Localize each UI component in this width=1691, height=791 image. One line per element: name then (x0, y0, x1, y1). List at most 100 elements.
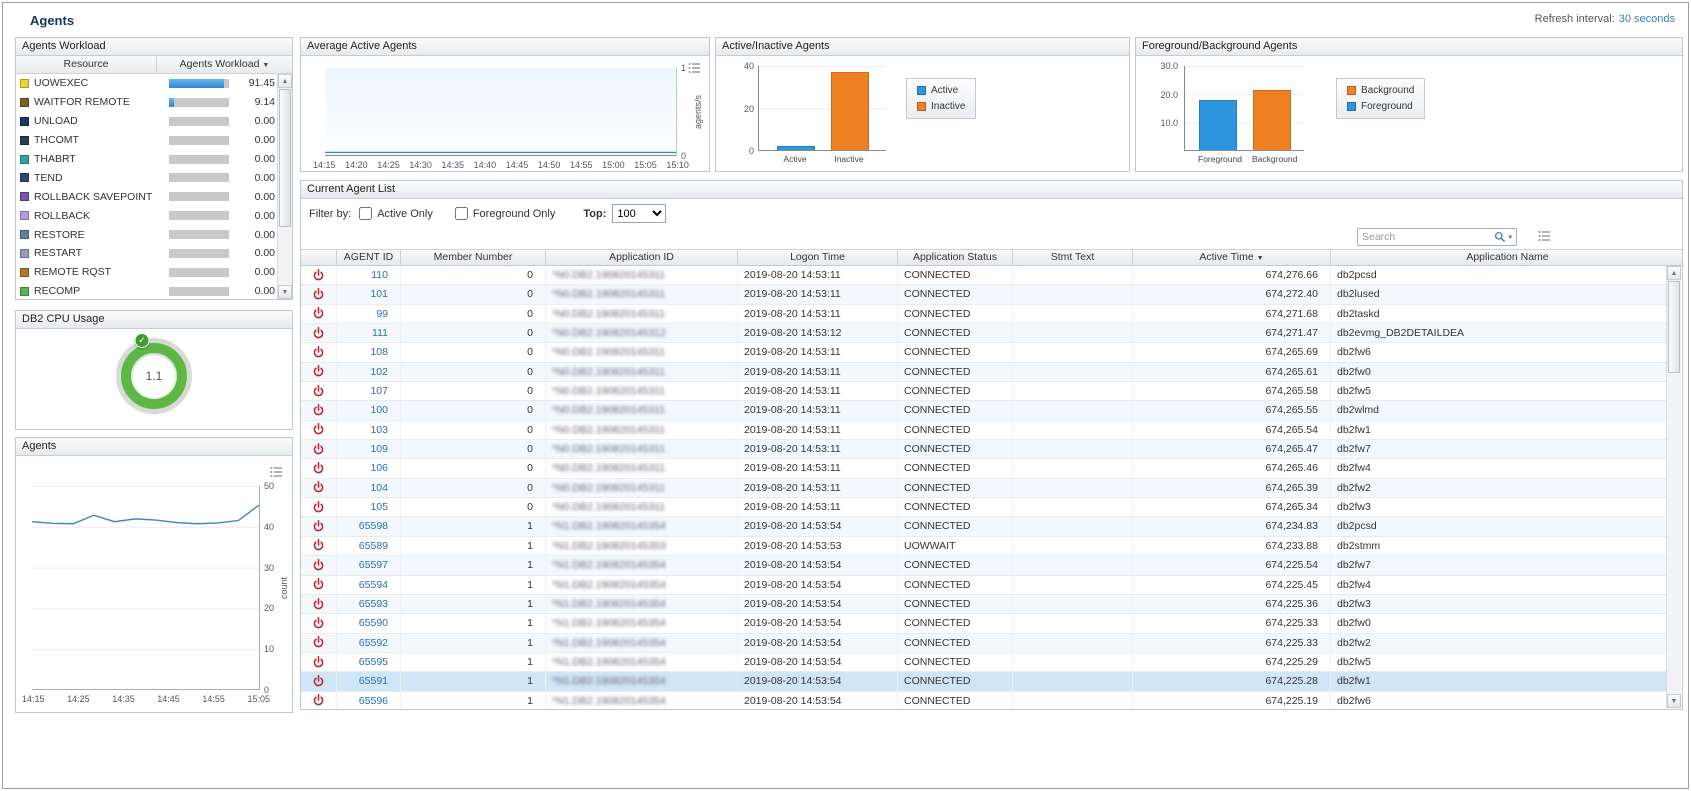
agent-id-link[interactable]: 107 (370, 385, 388, 397)
agent-id-link[interactable]: 65594 (359, 579, 388, 591)
agent-id-link[interactable]: 105 (370, 501, 388, 513)
bar[interactable] (1199, 100, 1237, 150)
force-agent-button[interactable] (301, 324, 337, 342)
column-header-logon-time[interactable]: Logon Time (738, 250, 898, 265)
sort-desc-icon[interactable]: ▼ (262, 62, 269, 69)
table-row[interactable]: 101 0 *N0.DB2.190820145311 2019-08-20 14… (301, 285, 1668, 304)
scroll-down-icon[interactable]: ▼ (278, 285, 292, 299)
active-only-checkbox[interactable] (359, 207, 372, 220)
column-header-workload[interactable]: Agents Workload▼ (157, 56, 292, 73)
agent-id-link[interactable]: 99 (376, 308, 388, 320)
force-agent-button[interactable] (301, 421, 337, 439)
agent-id-link[interactable]: 65593 (359, 598, 388, 610)
bar[interactable] (777, 146, 815, 150)
top-select[interactable]: 100 (612, 204, 666, 223)
workload-row[interactable]: ROLLBACK 0.00 (16, 206, 277, 225)
table-row[interactable]: 65590 1 *N1.DB2.190820145354 2019-08-20 … (301, 614, 1668, 633)
refresh-value-link[interactable]: 30 seconds (1619, 13, 1675, 25)
agent-id-link[interactable]: 65591 (359, 675, 388, 687)
force-agent-button[interactable] (301, 537, 337, 555)
force-agent-button[interactable] (301, 576, 337, 594)
table-row[interactable]: 111 0 *N0.DB2.190820145312 2019-08-20 14… (301, 324, 1668, 343)
agent-id-link[interactable]: 65589 (359, 540, 388, 552)
workload-row[interactable]: THABRT 0.00 (16, 150, 277, 169)
scroll-up-icon[interactable]: ▲ (278, 74, 292, 88)
table-row[interactable]: 102 0 *N0.DB2.190820145311 2019-08-20 14… (301, 363, 1668, 382)
table-row[interactable]: 105 0 *N0.DB2.190820145311 2019-08-20 14… (301, 498, 1668, 517)
agent-id-link[interactable]: 103 (370, 424, 388, 436)
legend-item[interactable]: Active (917, 85, 965, 96)
workload-row[interactable]: TEND 0.00 (16, 168, 277, 187)
force-agent-button[interactable] (301, 382, 337, 400)
table-row[interactable]: 107 0 *N0.DB2.190820145311 2019-08-20 14… (301, 382, 1668, 401)
column-header-stmt-text[interactable]: Stmt Text (1013, 250, 1133, 265)
bar[interactable] (1253, 90, 1291, 150)
force-agent-button[interactable] (301, 517, 337, 535)
force-agent-button[interactable] (301, 401, 337, 419)
force-agent-button[interactable] (301, 363, 337, 381)
force-agent-button[interactable] (301, 343, 337, 361)
agent-id-link[interactable]: 100 (370, 404, 388, 416)
force-agent-button[interactable] (301, 692, 337, 709)
force-agent-button[interactable] (301, 556, 337, 574)
force-agent-button[interactable] (301, 305, 337, 323)
agent-id-link[interactable]: 65598 (359, 520, 388, 532)
force-agent-button[interactable] (301, 285, 337, 303)
agent-id-link[interactable]: 65592 (359, 637, 388, 649)
column-header-application-id[interactable]: Application ID (546, 250, 738, 265)
legend-item[interactable]: Inactive (917, 101, 965, 112)
agent-id-link[interactable]: 101 (370, 288, 388, 300)
column-header-resource[interactable]: Resource (16, 56, 157, 73)
workload-row[interactable]: RESTORE 0.00 (16, 225, 277, 244)
table-row[interactable]: 65591 1 *N1.DB2.190820145354 2019-08-20 … (301, 672, 1668, 691)
search-options-chevron-icon[interactable]: ▾ (1508, 233, 1512, 241)
table-customizer-icon[interactable] (1538, 230, 1551, 245)
search-icon[interactable] (1494, 231, 1506, 243)
workload-row[interactable]: UNLOAD 0.00 (16, 112, 277, 131)
table-row[interactable]: 65589 1 *N1.DB2.190820145353 2019-08-20 … (301, 537, 1668, 556)
agent-id-link[interactable]: 111 (372, 327, 388, 339)
table-row[interactable]: 65598 1 *N1.DB2.190820145354 2019-08-20 … (301, 517, 1668, 536)
force-agent-button[interactable] (301, 440, 337, 458)
table-row[interactable]: 99 0 *N0.DB2.190820145311 2019-08-20 14:… (301, 305, 1668, 324)
table-row[interactable]: 65596 1 *N1.DB2.190820145354 2019-08-20 … (301, 692, 1668, 709)
column-header-agent-id[interactable]: AGENT ID (337, 250, 401, 265)
workload-row[interactable]: THCOMT 0.00 (16, 131, 277, 150)
workload-row[interactable]: RECOMP 0.00 (16, 282, 277, 299)
agent-id-link[interactable]: 108 (370, 346, 388, 358)
agent-id-link[interactable]: 102 (370, 366, 388, 378)
force-agent-button[interactable] (301, 479, 337, 497)
table-row[interactable]: 103 0 *N0.DB2.190820145311 2019-08-20 14… (301, 421, 1668, 440)
force-agent-button[interactable] (301, 595, 337, 613)
agent-id-link[interactable]: 65597 (359, 559, 388, 571)
foreground-only-checkbox[interactable] (455, 207, 468, 220)
table-row[interactable]: 104 0 *N0.DB2.190820145311 2019-08-20 14… (301, 479, 1668, 498)
force-agent-button[interactable] (301, 459, 337, 477)
sort-desc-icon[interactable]: ▼ (1257, 255, 1264, 262)
scrollbar-vertical[interactable]: ▲ ▼ (1666, 266, 1681, 708)
agent-id-link[interactable]: 65596 (359, 695, 388, 707)
table-row[interactable]: 65592 1 *N1.DB2.190820145354 2019-08-20 … (301, 634, 1668, 653)
scroll-up-icon[interactable]: ▲ (1667, 266, 1681, 280)
scrollbar-vertical[interactable]: ▲ ▼ (277, 74, 292, 299)
chart-options-icon[interactable] (270, 466, 283, 481)
table-row[interactable]: 108 0 *N0.DB2.190820145311 2019-08-20 14… (301, 343, 1668, 362)
foreground-only-label[interactable]: Foreground Only (473, 208, 556, 220)
legend-item[interactable]: Foreground (1347, 101, 1414, 112)
scroll-thumb[interactable] (1668, 281, 1680, 373)
force-agent-button[interactable] (301, 653, 337, 671)
table-row[interactable]: 65594 1 *N1.DB2.190820145354 2019-08-20 … (301, 576, 1668, 595)
force-agent-button[interactable] (301, 672, 337, 690)
agent-id-link[interactable]: 106 (370, 462, 388, 474)
column-header-application-status[interactable]: Application Status (898, 250, 1013, 265)
legend-item[interactable]: Background (1347, 85, 1414, 96)
search-input[interactable] (1362, 231, 1494, 243)
workload-row[interactable]: REMOTE RQST 0.00 (16, 263, 277, 282)
force-agent-button[interactable] (301, 266, 337, 284)
workload-row[interactable]: RESTART 0.00 (16, 244, 277, 263)
table-row[interactable]: 65597 1 *N1.DB2.190820145354 2019-08-20 … (301, 556, 1668, 575)
column-header-application-name[interactable]: Application Name (1331, 250, 1683, 265)
active-only-label[interactable]: Active Only (377, 208, 433, 220)
table-row[interactable]: 65593 1 *N1.DB2.190820145354 2019-08-20 … (301, 595, 1668, 614)
table-row[interactable]: 110 0 *N0.DB2.190820145311 2019-08-20 14… (301, 266, 1668, 285)
